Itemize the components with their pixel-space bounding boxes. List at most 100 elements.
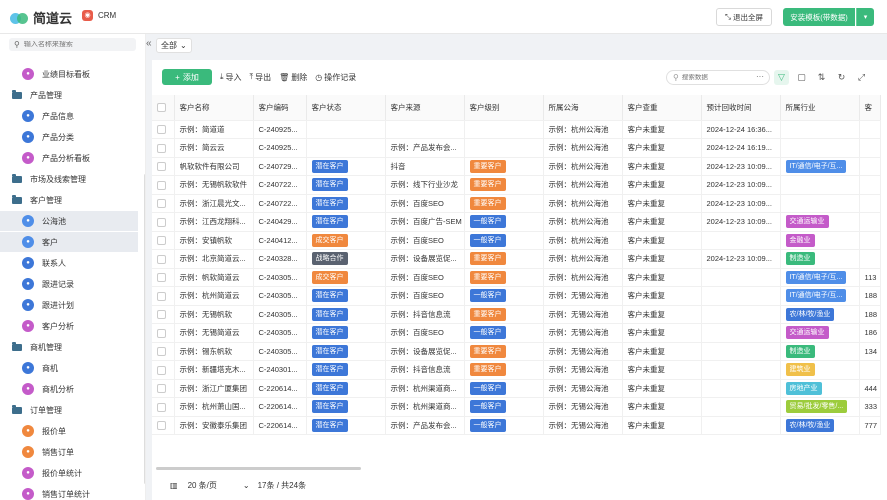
table-row[interactable]: 示例：安镇帆软 C-240412... 成交客户 示例：百度SEO 一般客户 示例：杭州公…: [152, 231, 881, 250]
sidebar-item-3[interactable]: ● 产品分类: [0, 127, 138, 147]
column-header[interactable]: 所属行业: [780, 95, 860, 121]
row-select-cell[interactable]: [152, 342, 175, 361]
sidebar-item-4[interactable]: ● 产品分析看板: [0, 148, 138, 168]
table-row[interactable]: 示例：北京简道云... C-240328... 战略合作 示例：设备展览促... 重要客…: [152, 249, 881, 269]
column-header[interactable]: 客户来源: [385, 95, 465, 121]
table-row[interactable]: 示例：江西龙翔科... C-240429... 潜在客户 示例：百度广告-SEM 一般客…: [152, 212, 881, 232]
export-button[interactable]: ⤒ 导出: [250, 72, 272, 83]
exit-fullscreen-button[interactable]: ⤡ 退出全屏: [716, 8, 772, 26]
sidebar-item-15[interactable]: ● 商机分析: [0, 379, 138, 399]
add-button[interactable]: + 添加: [162, 69, 212, 85]
column-header[interactable]: 预计回收时间: [701, 95, 781, 121]
select-all-cell[interactable]: [152, 95, 175, 121]
horizontal-scrollbar[interactable]: [156, 467, 361, 470]
row-checkbox[interactable]: [157, 347, 166, 356]
column-header[interactable]: 客户状态: [306, 95, 386, 121]
sidebar-item-7[interactable]: ● 公海池: [0, 211, 138, 231]
row-select-cell[interactable]: [152, 323, 175, 343]
row-select-cell[interactable]: [152, 194, 175, 213]
row-checkbox[interactable]: [157, 384, 166, 393]
delete-button[interactable]: 🗑 删除: [279, 72, 307, 83]
install-template-button[interactable]: 安装模板(带数据): [783, 8, 855, 26]
column-header[interactable]: 客户名称: [174, 95, 254, 121]
table-row[interactable]: 示例：简云云 C-240925... 示例：产品发布会... 示例：杭州公海池 客户未重…: [152, 138, 881, 158]
table-row[interactable]: 示例：杭州萧山国... C-220614... 潜在客户 示例：杭州渠道商... 一般客…: [152, 397, 881, 417]
table-row[interactable]: 示例：简道道 C-240925... 示例：杭州公海池 客户未重复 2024-12-24…: [152, 120, 881, 139]
row-checkbox[interactable]: [157, 291, 166, 301]
sidebar-item-8[interactable]: ● 客户: [0, 232, 138, 252]
page-size-select[interactable]: 20 条/页: [188, 480, 217, 491]
table-row[interactable]: 示例：锡东帆软 C-240305... 潜在客户 示例：设备展览促... 重要客户 示例：…: [152, 342, 881, 361]
operation-log-button[interactable]: ◷ 操作记录: [315, 72, 356, 83]
row-checkbox[interactable]: [157, 236, 166, 245]
row-select-cell[interactable]: [152, 120, 175, 139]
row-select-cell[interactable]: [152, 286, 175, 306]
refresh-icon[interactable]: ↻: [834, 70, 849, 85]
chevron-down-icon[interactable]: ⌄: [243, 481, 250, 490]
sidebar-item-12[interactable]: ● 客户分析: [0, 316, 138, 336]
sidebar-item-0[interactable]: ● 业绩目标看板: [0, 64, 138, 84]
table-row[interactable]: 示例：帆软简道云 C-240305... 成交客户 示例：百度SEO 重要客户 示例：杭州…: [152, 268, 881, 287]
sidebar-scrollbar[interactable]: [144, 174, 145, 484]
collapse-sidebar-icon[interactable]: «: [146, 38, 152, 49]
app-tab[interactable]: ◉ CRM: [82, 10, 116, 21]
column-header[interactable]: 客户编码: [253, 95, 307, 121]
table-row[interactable]: 帆软软件有限公司 C-240729... 潜在客户 抖音 重要客户 示例：杭州公海池 客户未…: [152, 157, 881, 176]
filter-icon[interactable]: ▽: [774, 70, 789, 85]
row-select-cell[interactable]: [152, 138, 175, 158]
row-select-cell[interactable]: [152, 231, 175, 250]
row-checkbox[interactable]: [157, 421, 166, 430]
row-checkbox[interactable]: [157, 199, 166, 208]
column-header[interactable]: 所属公海: [543, 95, 623, 121]
sidebar-item-9[interactable]: ● 联系人: [0, 253, 138, 273]
app-logo[interactable]: 简道云: [10, 8, 72, 27]
view-filter[interactable]: 全部 ⌄: [156, 38, 192, 53]
expand-icon[interactable]: ⤢: [854, 70, 869, 85]
table-row[interactable]: 示例：无锡简道云 C-240305... 潜在客户 示例：百度SEO 一般客户 示例：无锡…: [152, 323, 881, 343]
view-filter-select[interactable]: 全部 ⌄: [156, 38, 192, 53]
install-dropdown-button[interactable]: ▾: [856, 8, 874, 26]
row-select-cell[interactable]: [152, 268, 175, 287]
field-display-icon[interactable]: ▢: [794, 70, 809, 85]
table-row[interactable]: 示例：无锡帆软软件 C-240722... 潜在客户 示例：线下行业沙龙 重要客户 示例：…: [152, 175, 881, 195]
table-row[interactable]: 示例：安徽泰乐集团 C-220614... 潜在客户 示例：产品发布会... 一般客户 示…: [152, 416, 881, 435]
sort-icon[interactable]: ⇅: [814, 70, 829, 85]
sidebar-group-5[interactable]: 市场及线索管理: [0, 169, 138, 189]
table-row[interactable]: 示例：杭州简道云 C-240305... 潜在客户 示例：百度SEO 一般客户 示例：无锡…: [152, 286, 881, 306]
sidebar-item-17[interactable]: ● 报价单: [0, 421, 138, 441]
row-checkbox[interactable]: [157, 402, 166, 412]
table-row[interactable]: 示例：浙江广厦集团 C-220614... 潜在客户 示例：杭州渠道商... 一般客户 示…: [152, 379, 881, 398]
row-select-cell[interactable]: [152, 212, 175, 232]
import-button[interactable]: ⤓ 导入: [220, 72, 242, 83]
more-options-icon[interactable]: ···: [756, 72, 764, 81]
row-checkbox[interactable]: [157, 180, 166, 190]
sidebar-group-13[interactable]: 商机管理: [0, 337, 138, 357]
column-header[interactable]: 客户查重: [622, 95, 702, 121]
row-checkbox[interactable]: [157, 310, 166, 319]
row-select-cell[interactable]: [152, 305, 175, 324]
column-header[interactable]: 客: [859, 95, 881, 121]
sidebar-item-19[interactable]: ● 报价单统计: [0, 463, 138, 483]
row-checkbox[interactable]: [157, 217, 166, 227]
data-search-input[interactable]: [681, 74, 757, 81]
sidebar-item-14[interactable]: ● 商机: [0, 358, 138, 378]
sidebar-group-16[interactable]: 订单管理: [0, 400, 138, 420]
row-select-cell[interactable]: [152, 157, 175, 176]
table-row[interactable]: 示例：浙江晨光文... C-240722... 潜在客户 示例：百度SEO 重要客户 示例…: [152, 194, 881, 213]
data-search[interactable]: ⚲ ···: [666, 70, 770, 85]
sidebar-search-input[interactable]: [23, 41, 124, 48]
sidebar-item-11[interactable]: ● 跟进计划: [0, 295, 138, 315]
row-checkbox[interactable]: [157, 365, 166, 375]
row-select-cell[interactable]: [152, 249, 175, 269]
sidebar-item-2[interactable]: ● 产品信息: [0, 106, 138, 126]
sidebar-group-6[interactable]: 客户管理: [0, 190, 138, 210]
row-select-cell[interactable]: [152, 397, 175, 417]
row-checkbox[interactable]: [157, 273, 166, 282]
row-checkbox[interactable]: [157, 143, 166, 153]
row-select-cell[interactable]: [152, 416, 175, 435]
select-all-checkbox[interactable]: [157, 103, 166, 112]
sidebar-item-10[interactable]: ● 跟进记录: [0, 274, 138, 294]
column-header[interactable]: 客户级别: [464, 95, 544, 121]
row-select-cell[interactable]: [152, 175, 175, 195]
sidebar-item-20[interactable]: ● 销售订单统计: [0, 484, 138, 500]
